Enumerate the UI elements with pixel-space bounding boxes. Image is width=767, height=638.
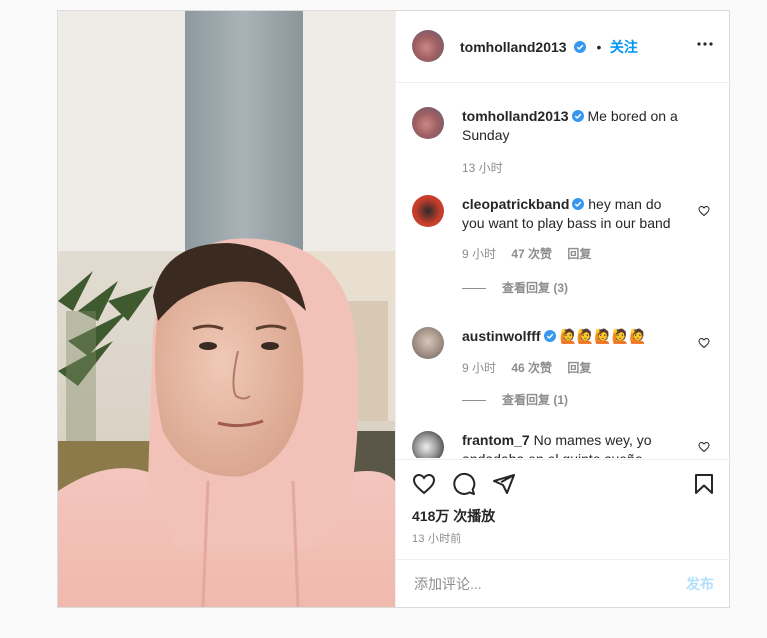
caption-meta: 13 小时 [462, 159, 515, 176]
comment-likes[interactable]: 46 次赞 [511, 361, 552, 375]
save-bookmark-icon[interactable] [692, 472, 716, 496]
like-comment-heart-icon[interactable] [698, 205, 710, 217]
comment-username[interactable]: cleopatrickband [462, 196, 569, 212]
reply-button[interactable]: 回复 [567, 247, 591, 261]
caption: tomholland2013 Me bored on a Sunday 13 小… [412, 107, 712, 187]
comment-body: cleopatrickband hey man do you want to p… [462, 195, 677, 233]
comments-list[interactable]: tomholland2013 Me bored on a Sunday 13 小… [396, 83, 730, 458]
reply-button[interactable]: 回复 [567, 361, 591, 375]
verified-badge-icon [572, 198, 585, 210]
video-frame-illustration [58, 11, 395, 607]
comment-avatar[interactable] [412, 327, 444, 359]
view-replies-line [462, 400, 486, 402]
post-timestamp[interactable]: 13 小时前 [412, 530, 462, 546]
comment-icon[interactable] [452, 472, 476, 496]
caption-time[interactable]: 13 小时 [462, 161, 503, 175]
view-replies-label: 查看回复 (3) [502, 281, 569, 295]
comment-avatar[interactable] [412, 431, 444, 458]
author-username[interactable]: tomholland2013 [460, 39, 567, 55]
like-comment-heart-icon[interactable] [698, 441, 710, 453]
comment-item: austinwolfff 🙋🙋🙋🙋🙋 9 小时 46 次赞 回复 查看回复 (1… [412, 327, 712, 413]
comment-item: frantom_7 No mames wey, yo andadaba en e… [412, 431, 712, 458]
separator-dot: • [596, 39, 602, 55]
view-replies-line [462, 288, 486, 290]
caption-avatar[interactable] [412, 107, 444, 139]
comment-time[interactable]: 9 小时 [462, 361, 496, 375]
more-horizontal-icon[interactable] [696, 41, 714, 47]
comment-body: frantom_7 No mames wey, yo andadaba en e… [462, 431, 677, 458]
instagram-post: tomholland2013 • 关注 tomholland2013 Me bo… [57, 10, 730, 608]
post-video[interactable] [58, 11, 395, 607]
view-replies-label: 查看回复 (1) [502, 393, 569, 407]
comment-username[interactable]: austinwolfff [462, 328, 541, 344]
share-paper-plane-icon[interactable] [492, 472, 516, 496]
author-line: tomholland2013 • 关注 [460, 37, 638, 57]
comment-meta: 9 小时 46 次赞 回复 [462, 359, 603, 376]
follow-button[interactable]: 关注 [610, 39, 638, 55]
view-replies-button[interactable]: 查看回复 (3) [462, 279, 568, 296]
like-comment-heart-icon[interactable] [698, 337, 710, 349]
verified-badge-icon [571, 110, 584, 122]
post-comment-button[interactable]: 发布 [686, 574, 714, 594]
caption-body: tomholland2013 Me bored on a Sunday [462, 107, 692, 145]
comment-input[interactable] [412, 572, 656, 596]
add-comment-bar: 发布 [396, 559, 730, 608]
comment-likes[interactable]: 47 次赞 [511, 247, 552, 261]
post-header: tomholland2013 • 关注 [396, 11, 730, 83]
comment-time[interactable]: 9 小时 [462, 247, 496, 261]
comment-text: 🙋🙋🙋🙋🙋 [559, 328, 647, 344]
post-details-panel: tomholland2013 • 关注 tomholland2013 Me bo… [395, 11, 730, 607]
view-count: 418万 次播放 [412, 508, 496, 524]
caption-username[interactable]: tomholland2013 [462, 108, 569, 124]
comment-avatar[interactable] [412, 195, 444, 227]
verified-badge-icon [574, 41, 587, 53]
comment-item: cleopatrickband hey man do you want to p… [412, 195, 712, 305]
post-actions: 418万 次播放 13 小时前 [396, 459, 730, 560]
comment-body: austinwolfff 🙋🙋🙋🙋🙋 [462, 327, 677, 346]
comment-meta: 9 小时 47 次赞 回复 [462, 245, 603, 262]
view-replies-button[interactable]: 查看回复 (1) [462, 391, 568, 408]
author-avatar[interactable] [412, 30, 444, 62]
like-heart-icon[interactable] [412, 472, 436, 496]
comment-username[interactable]: frantom_7 [462, 432, 530, 448]
verified-badge-icon [543, 330, 556, 342]
